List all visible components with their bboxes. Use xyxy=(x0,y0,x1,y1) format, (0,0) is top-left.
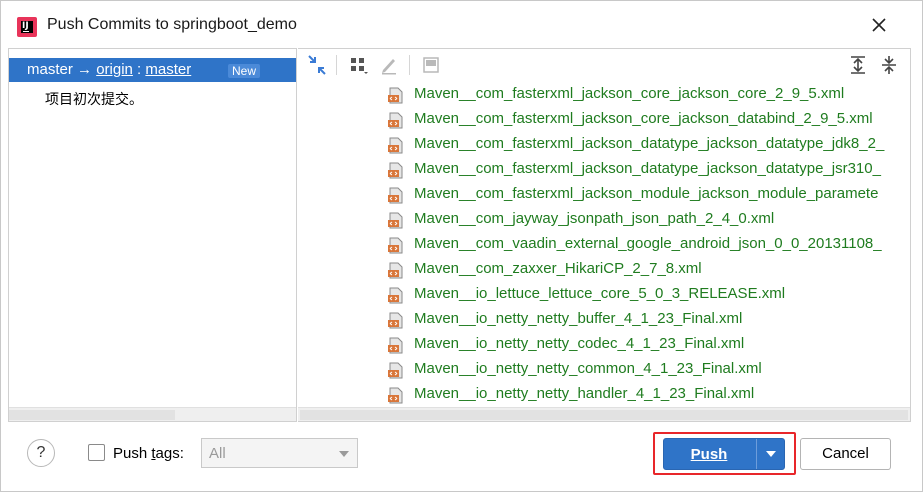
file-item[interactable]: Maven__com_fasterxml_jackson_core_jackso… xyxy=(388,83,908,108)
xml-file-icon xyxy=(388,262,403,279)
file-item[interactable]: Maven__io_netty_netty_codec_4_1_23_Final… xyxy=(388,333,908,358)
xml-file-icon xyxy=(388,287,403,304)
file-item[interactable]: Maven__com_fasterxml_jackson_core_jackso… xyxy=(388,108,908,133)
window-title: Push Commits to springboot_demo xyxy=(47,16,297,33)
scrollbar-thumb[interactable] xyxy=(300,410,908,420)
scrollbar-thumb[interactable] xyxy=(9,410,175,420)
file-item[interactable]: Maven__com_jayway_jsonpath_json_path_2_4… xyxy=(388,208,908,233)
xml-file-icon xyxy=(388,212,403,229)
toolbar-separator xyxy=(409,55,410,75)
edit-icon xyxy=(382,59,396,75)
push-button[interactable]: Push xyxy=(663,438,785,470)
changes-toolbar xyxy=(298,49,910,81)
push-tags-label: Push tags: xyxy=(113,445,184,462)
xml-file-icon xyxy=(388,312,403,329)
collapse-all-icon[interactable] xyxy=(879,55,899,75)
collapse-icon[interactable] xyxy=(307,55,327,75)
file-name: Maven__com_fasterxml_jackson_module_jack… xyxy=(414,185,879,202)
xml-file-icon xyxy=(388,237,403,254)
file-name: Maven__io_netty_netty_common_4_1_23_Fina… xyxy=(414,360,762,377)
xml-file-icon xyxy=(388,87,403,104)
file-name: Maven__com_fasterxml_jackson_core_jackso… xyxy=(414,85,845,102)
branch-separator: : xyxy=(137,61,142,78)
file-name: Maven__io_netty_netty_handler_4_1_23_Fin… xyxy=(414,385,755,402)
local-branch: master xyxy=(27,61,73,78)
commits-panel: master → origin : master New 项目初次提交。 xyxy=(8,48,297,422)
file-name: Maven__io_lettuce_lettuce_core_5_0_3_REL… xyxy=(414,285,786,302)
commit-item[interactable]: 项目初次提交。 xyxy=(45,89,143,109)
file-name: Maven__com_vaadin_external_google_androi… xyxy=(414,235,882,252)
file-name: Maven__com_fasterxml_jackson_core_jackso… xyxy=(414,110,873,127)
file-item[interactable]: Maven__com_zaxxer_HikariCP_2_7_8.xml xyxy=(388,258,908,283)
xml-file-icon xyxy=(388,112,403,129)
left-horizontal-scrollbar[interactable] xyxy=(9,407,296,421)
toolbar-separator xyxy=(336,55,337,75)
file-item[interactable]: Maven__io_netty_netty_handler_4_1_23_Fin… xyxy=(388,383,908,408)
new-badge: New xyxy=(228,64,261,78)
help-button[interactable]: ? xyxy=(27,439,55,467)
file-item[interactable]: Maven__com_fasterxml_jackson_module_jack… xyxy=(388,183,908,208)
file-item[interactable]: Maven__com_fasterxml_jackson_datatype_ja… xyxy=(388,133,908,158)
file-item[interactable]: Maven__io_netty_netty_buffer_4_1_23_Fina… xyxy=(388,308,908,333)
group-by-icon[interactable] xyxy=(349,55,369,75)
push-commits-dialog: IJ Push Commits to springboot_demo maste… xyxy=(0,0,923,492)
expand-all-icon[interactable] xyxy=(848,55,868,75)
title-bar: IJ Push Commits to springboot_demo xyxy=(1,1,922,45)
tags-select: All xyxy=(201,438,358,468)
file-item[interactable]: Maven__com_vaadin_external_google_androi… xyxy=(388,233,908,258)
file-name: Maven__com_jayway_jsonpath_json_path_2_4… xyxy=(414,210,775,227)
cancel-button[interactable]: Cancel xyxy=(800,438,891,470)
tags-select-value: All xyxy=(209,445,226,462)
arrow-icon: → xyxy=(77,61,93,78)
file-name: Maven__io_netty_netty_buffer_4_1_23_Fina… xyxy=(414,310,743,327)
xml-file-icon xyxy=(388,137,403,154)
push-tags-checkbox[interactable] xyxy=(88,444,105,461)
xml-file-icon xyxy=(388,387,403,404)
remote-branch-link[interactable]: master xyxy=(145,61,191,78)
xml-file-icon xyxy=(388,187,403,204)
file-item[interactable]: Maven__com_fasterxml_jackson_datatype_ja… xyxy=(388,158,908,183)
xml-file-icon xyxy=(388,362,403,379)
push-button-divider xyxy=(756,439,757,469)
file-item[interactable]: Maven__io_lettuce_lettuce_core_5_0_3_REL… xyxy=(388,283,908,308)
xml-file-icon xyxy=(388,162,403,179)
file-name: Maven__com_fasterxml_jackson_datatype_ja… xyxy=(414,160,881,177)
branch-row-master[interactable]: master → origin : master New xyxy=(9,58,296,82)
right-horizontal-scrollbar[interactable] xyxy=(298,407,910,421)
xml-file-icon xyxy=(388,337,403,354)
intellij-idea-icon: IJ xyxy=(17,17,37,37)
file-name: Maven__com_fasterxml_jackson_datatype_ja… xyxy=(414,135,885,152)
file-name: Maven__io_netty_netty_codec_4_1_23_Final… xyxy=(414,335,745,352)
file-item[interactable]: Maven__io_netty_netty_common_4_1_23_Fina… xyxy=(388,358,908,383)
chevron-down-icon xyxy=(339,451,349,457)
remote-link[interactable]: origin xyxy=(96,61,133,78)
show-diff-icon xyxy=(423,57,439,73)
chevron-down-icon[interactable] xyxy=(766,451,776,457)
changes-panel: Maven__com_fasterxml_jackson_core_jackso… xyxy=(298,48,911,422)
close-icon[interactable] xyxy=(867,13,891,37)
file-name: Maven__com_zaxxer_HikariCP_2_7_8.xml xyxy=(414,260,702,277)
push-button-label[interactable]: Push xyxy=(664,446,754,463)
changed-files-tree: Maven__com_fasterxml_jackson_core_jackso… xyxy=(298,83,910,409)
